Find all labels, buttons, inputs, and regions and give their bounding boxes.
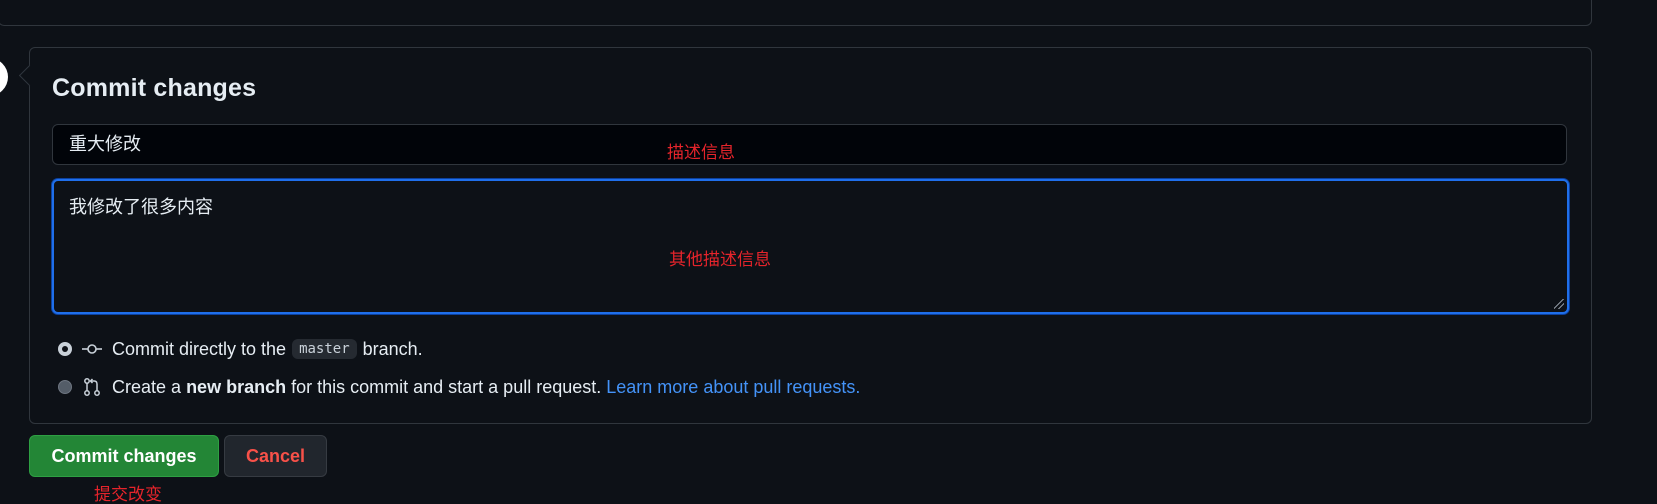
commit-direct-suffix: branch. bbox=[362, 338, 423, 359]
resize-handle-icon[interactable] bbox=[1554, 299, 1564, 309]
commit-direct-option[interactable]: Commit directly to the master branch. bbox=[58, 336, 423, 362]
new-branch-option[interactable]: Create a new branch for this commit and … bbox=[58, 374, 860, 400]
description-annotation: 其他描述信息 bbox=[669, 250, 771, 269]
new-branch-middle: for this commit and start a pull request… bbox=[291, 376, 602, 397]
commit-direct-prefix: Commit directly to the bbox=[112, 338, 287, 359]
commit-direct-radio[interactable] bbox=[58, 342, 72, 356]
summary-annotation: 描述信息 bbox=[667, 143, 735, 162]
branch-name-badge: master bbox=[292, 339, 357, 359]
cancel-button[interactable]: Cancel bbox=[224, 435, 327, 477]
commit-changes-button[interactable]: Commit changes bbox=[29, 435, 219, 477]
git-commit-icon bbox=[82, 344, 102, 354]
commit-summary-input[interactable]: 重大修改 bbox=[52, 124, 1567, 165]
new-branch-radio[interactable] bbox=[58, 380, 72, 394]
commit-page: Commit changes 重大修改 描述信息 我修改了很多内容 其他描述信息… bbox=[0, 0, 1657, 504]
learn-more-link[interactable]: Learn more about pull requests. bbox=[606, 377, 860, 398]
commit-description-text: 我修改了很多内容 bbox=[69, 197, 213, 217]
commit-button-annotation: 提交改变 bbox=[94, 485, 162, 504]
commit-description-textarea[interactable]: 我修改了很多内容 bbox=[52, 179, 1569, 314]
new-branch-prefix: Create a bbox=[112, 376, 182, 397]
previous-section-box bbox=[0, 0, 1592, 26]
new-branch-bold-text: new branch bbox=[186, 376, 287, 397]
git-pull-request-icon bbox=[84, 378, 100, 396]
page-title: Commit changes bbox=[52, 74, 257, 102]
avatar bbox=[0, 58, 8, 96]
